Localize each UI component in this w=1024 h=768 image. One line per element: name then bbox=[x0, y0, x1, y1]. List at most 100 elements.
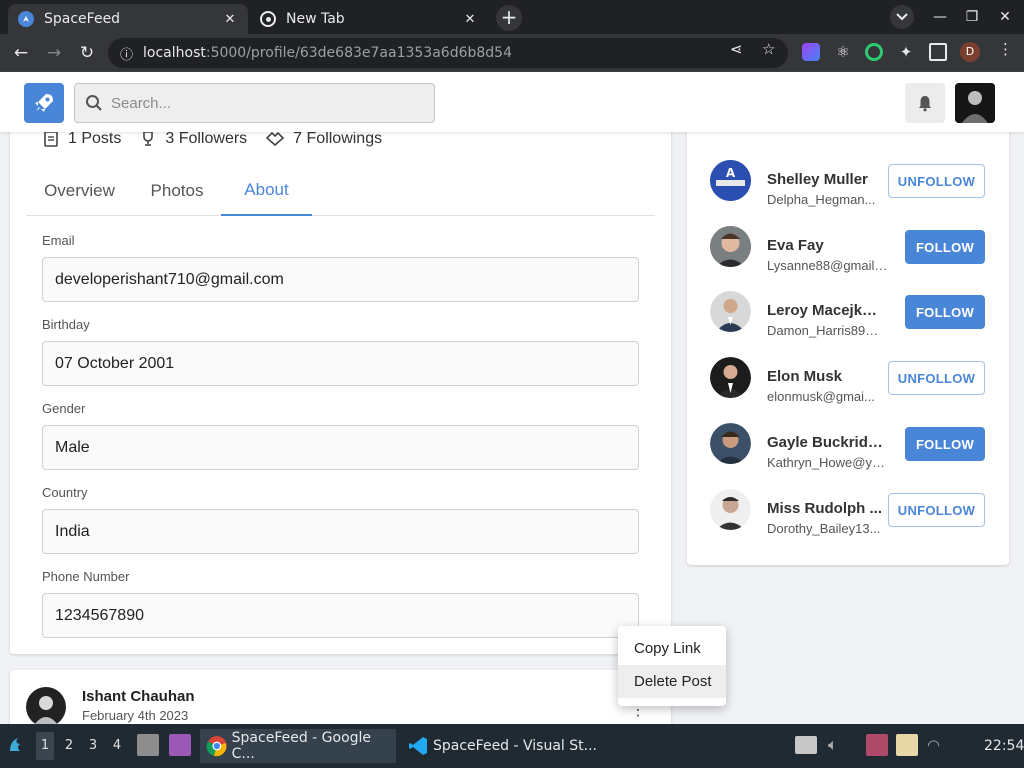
followers-stat[interactable]: 3 Followers bbox=[139, 130, 247, 148]
share-icon[interactable]: ⋖ bbox=[730, 40, 743, 58]
restore-button[interactable]: ❐ bbox=[960, 6, 984, 28]
avatar[interactable] bbox=[710, 291, 751, 332]
screenshot-app-icon[interactable] bbox=[866, 734, 888, 756]
person-name[interactable]: Eva Fay bbox=[767, 237, 885, 254]
address-bar[interactable]: ⓘ localhost:5000/profile/63de683e7aa1353… bbox=[108, 38, 788, 68]
person-name[interactable]: Miss Rudolph ... bbox=[767, 500, 885, 517]
person-row: Elon Musk elonmusk@gmai... UNFOLLOW bbox=[710, 357, 986, 428]
bookmark-star-icon[interactable]: ☆ bbox=[762, 40, 775, 58]
follow-button[interactable]: FOLLOW bbox=[905, 427, 985, 461]
country-field[interactable] bbox=[42, 509, 639, 554]
tab-search-button[interactable] bbox=[890, 5, 914, 29]
extension-app-icon[interactable] bbox=[802, 43, 820, 61]
kebab-menu-icon[interactable]: ⋮ bbox=[998, 40, 1013, 58]
search-input[interactable] bbox=[111, 94, 411, 112]
search-bar[interactable] bbox=[74, 83, 435, 123]
minimize-button[interactable]: — bbox=[928, 6, 952, 28]
delete-post-menu-item[interactable]: Delete Post bbox=[618, 665, 726, 698]
profile-avatar[interactable]: D bbox=[960, 42, 980, 62]
rocket-favicon-icon bbox=[18, 11, 34, 27]
avatar[interactable]: A bbox=[710, 160, 751, 201]
phone-label: Phone Number bbox=[42, 569, 130, 584]
person-name[interactable]: Gayle Buckridge bbox=[767, 434, 885, 451]
email-label: Email bbox=[42, 233, 75, 248]
taskbar-chrome-window[interactable]: SpaceFeed - Google C... bbox=[200, 729, 396, 763]
followings-count: 7 Followings bbox=[293, 130, 383, 147]
follow-button[interactable]: FOLLOW bbox=[905, 230, 985, 264]
phone-field[interactable] bbox=[42, 593, 639, 638]
side-panel-icon[interactable] bbox=[929, 43, 947, 61]
clipboard-icon[interactable] bbox=[896, 734, 918, 756]
info-icon[interactable]: ⓘ bbox=[120, 44, 133, 63]
start-menu-icon[interactable] bbox=[6, 735, 28, 757]
post-author-name[interactable]: Ishant Chauhan bbox=[82, 688, 195, 705]
close-window-button[interactable]: ✕ bbox=[993, 6, 1017, 28]
reload-button[interactable]: ↻ bbox=[76, 42, 98, 64]
birthday-field[interactable] bbox=[42, 341, 639, 386]
svg-text:A: A bbox=[726, 166, 736, 180]
post-author-avatar[interactable] bbox=[26, 687, 66, 727]
tab-about[interactable]: About bbox=[221, 166, 312, 216]
close-tab-icon[interactable]: ✕ bbox=[222, 12, 238, 27]
handshake-icon bbox=[266, 131, 285, 147]
person-name[interactable]: Elon Musk bbox=[767, 368, 885, 385]
person-row: A Shelley Muller Delpha_Hegman... UNFOLL… bbox=[710, 160, 986, 231]
workspace-4[interactable]: 4 bbox=[108, 732, 126, 760]
document-icon bbox=[44, 131, 58, 147]
person-handle: Delpha_Hegman... bbox=[767, 192, 876, 207]
posts-stat[interactable]: 1 Posts bbox=[42, 130, 121, 148]
country-label: Country bbox=[42, 485, 88, 500]
birthday-label: Birthday bbox=[42, 317, 90, 332]
close-tab-icon[interactable]: ✕ bbox=[462, 12, 478, 27]
gender-field[interactable] bbox=[42, 425, 639, 470]
follow-button[interactable]: FOLLOW bbox=[905, 295, 985, 329]
search-icon bbox=[86, 95, 102, 111]
react-devtools-icon[interactable]: ⚛ bbox=[834, 43, 852, 61]
drive-icon[interactable] bbox=[795, 736, 817, 754]
new-tab-button[interactable]: + bbox=[496, 5, 522, 31]
notifications-button[interactable] bbox=[905, 83, 945, 123]
avatar[interactable] bbox=[710, 357, 751, 398]
tab-overview[interactable]: Overview bbox=[26, 166, 133, 216]
unfollow-button[interactable]: UNFOLLOW bbox=[888, 493, 985, 527]
tab-new-tab[interactable]: New Tab ✕ bbox=[250, 4, 488, 34]
browser-tab-strip: SpaceFeed ✕ New Tab ✕ + — ❐ ✕ bbox=[0, 0, 1024, 34]
url-path: :5000/profile/63de683e7aa1353a6d6b8d54 bbox=[205, 45, 512, 61]
person-handle: Dorothy_Bailey13... bbox=[767, 521, 881, 536]
posts-count: 1 Posts bbox=[68, 130, 122, 147]
followers-count: 3 Followers bbox=[165, 130, 248, 147]
volume-icon[interactable]: 🔈︎ bbox=[828, 734, 850, 756]
wifi-icon[interactable]: ◠ bbox=[927, 734, 949, 756]
email-field[interactable] bbox=[42, 257, 639, 302]
back-button[interactable]: ← bbox=[10, 42, 32, 64]
extension-circle-icon[interactable] bbox=[865, 43, 883, 61]
trophy-icon bbox=[143, 131, 154, 146]
bell-icon bbox=[919, 96, 931, 112]
file-manager-icon[interactable] bbox=[137, 734, 159, 756]
tab-spacefeed[interactable]: SpaceFeed ✕ bbox=[8, 4, 248, 34]
post-context-menu: Copy Link Delete Post bbox=[618, 626, 726, 706]
system-taskbar: 1 2 3 4 SpaceFeed - Google C... SpaceFee… bbox=[0, 724, 1024, 768]
url-host: localhost bbox=[143, 45, 206, 61]
extensions-puzzle-icon[interactable]: ✦ bbox=[897, 43, 915, 61]
tab-photos[interactable]: Photos bbox=[133, 166, 221, 216]
forward-button[interactable]: → bbox=[43, 42, 65, 64]
avatar[interactable] bbox=[710, 423, 751, 464]
unfollow-button[interactable]: UNFOLLOW bbox=[888, 164, 985, 198]
person-name[interactable]: Shelley Muller bbox=[767, 171, 885, 188]
unfollow-button[interactable]: UNFOLLOW bbox=[888, 361, 985, 395]
avatar[interactable] bbox=[710, 489, 751, 530]
person-name[interactable]: Leroy Macejkovic bbox=[767, 302, 885, 319]
avatar[interactable] bbox=[710, 226, 751, 267]
person-handle: Damon_Harris89@... bbox=[767, 323, 889, 338]
copy-link-menu-item[interactable]: Copy Link bbox=[618, 632, 726, 665]
spacefeed-logo[interactable] bbox=[24, 83, 64, 123]
workspace-2[interactable]: 2 bbox=[60, 732, 78, 760]
user-avatar[interactable] bbox=[955, 83, 995, 123]
media-app-icon[interactable] bbox=[169, 734, 191, 756]
workspace-1[interactable]: 1 bbox=[36, 732, 54, 760]
followings-stat[interactable]: 7 Followings bbox=[265, 130, 382, 148]
gender-label: Gender bbox=[42, 401, 86, 416]
workspace-3[interactable]: 3 bbox=[84, 732, 102, 760]
taskbar-vscode-window[interactable]: SpaceFeed - Visual St... bbox=[401, 729, 597, 763]
